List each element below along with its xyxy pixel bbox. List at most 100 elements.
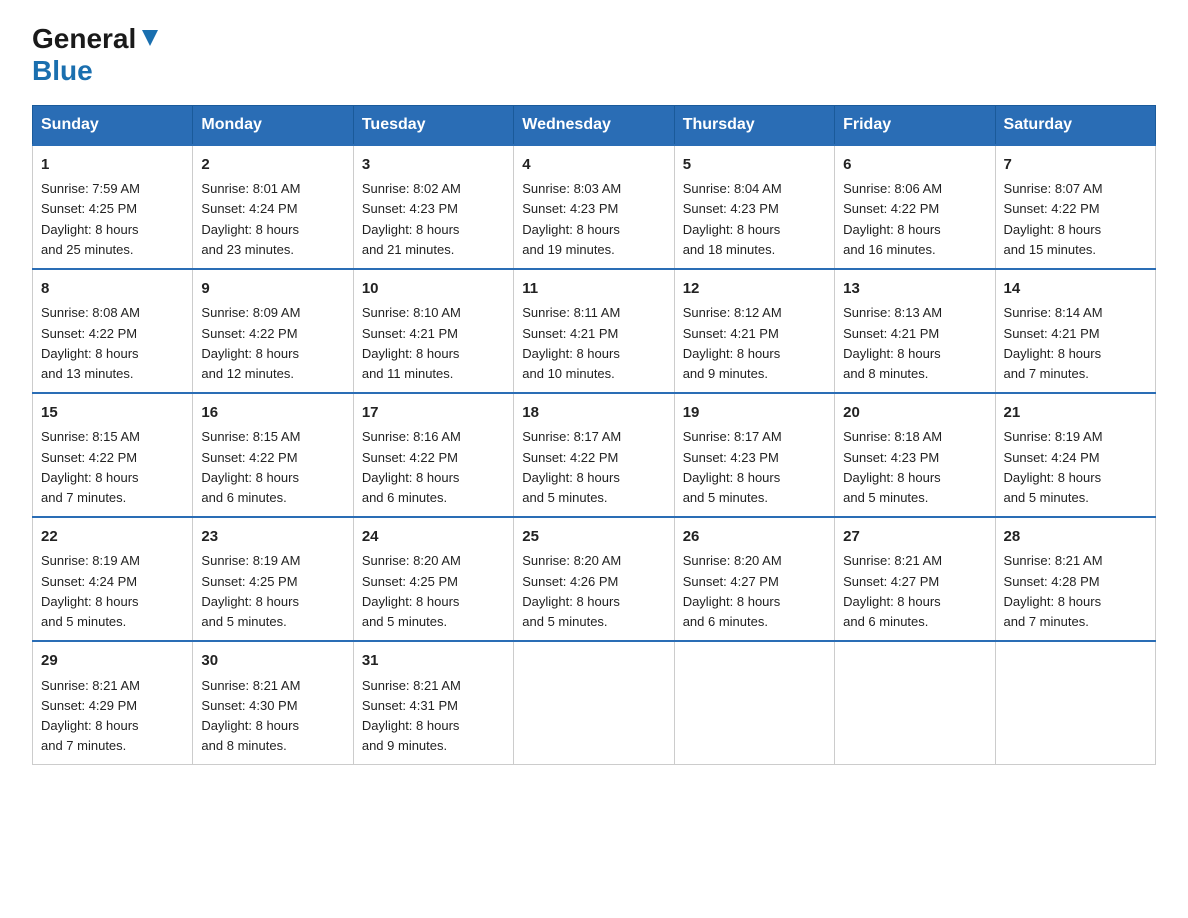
day-info: Sunrise: 7:59 AMSunset: 4:25 PMDaylight:… [41,179,184,260]
day-number: 4 [522,154,665,177]
day-info: Sunrise: 8:17 AMSunset: 4:23 PMDaylight:… [683,427,826,508]
calendar-cell: 27Sunrise: 8:21 AMSunset: 4:27 PMDayligh… [835,517,995,641]
calendar-cell: 10Sunrise: 8:10 AMSunset: 4:21 PMDayligh… [353,269,513,393]
day-info: Sunrise: 8:18 AMSunset: 4:23 PMDaylight:… [843,427,986,508]
day-info: Sunrise: 8:17 AMSunset: 4:22 PMDaylight:… [522,427,665,508]
day-number: 3 [362,154,505,177]
day-number: 1 [41,154,184,177]
calendar-cell: 4Sunrise: 8:03 AMSunset: 4:23 PMDaylight… [514,145,674,269]
day-info: Sunrise: 8:16 AMSunset: 4:22 PMDaylight:… [362,427,505,508]
day-number: 12 [683,278,826,301]
calendar-cell: 30 Sunrise: 8:21 AMSunset: 4:30 PMDayligh… [193,641,353,765]
calendar-cell: 16Sunrise: 8:15 AMSunset: 4:22 PMDayligh… [193,393,353,517]
calendar-cell: 8Sunrise: 8:08 AMSunset: 4:22 PMDaylight… [33,269,193,393]
day-info: Sunrise: 8:14 AMSunset: 4:21 PMDaylight:… [1004,303,1147,384]
day-number: 25 [522,526,665,549]
day-info: Sunrise: 8:10 AMSunset: 4:21 PMDaylight:… [362,303,505,384]
day-number: 24 [362,526,505,549]
day-info: Sunrise: 8:20 AMSunset: 4:26 PMDaylight:… [522,551,665,632]
day-info: Sunrise: 8:08 AMSunset: 4:22 PMDaylight:… [41,303,184,384]
day-number: 29 [41,650,184,673]
day-info: Sunrise: 8:04 AMSunset: 4:23 PMDaylight:… [683,179,826,260]
day-info: Sunrise: 8:19 AMSunset: 4:25 PMDaylight:… [201,551,344,632]
calendar-cell: 21Sunrise: 8:19 AMSunset: 4:24 PMDayligh… [995,393,1155,517]
day-number: 20 [843,402,986,425]
calendar-cell: 12Sunrise: 8:12 AMSunset: 4:21 PMDayligh… [674,269,834,393]
calendar-cell: 26Sunrise: 8:20 AMSunset: 4:27 PMDayligh… [674,517,834,641]
day-number: 21 [1004,402,1147,425]
calendar-cell: 3Sunrise: 8:02 AMSunset: 4:23 PMDaylight… [353,145,513,269]
week-row-4: 22Sunrise: 8:19 AMSunset: 4:24 PMDayligh… [33,517,1156,641]
day-number: 18 [522,402,665,425]
day-info: Sunrise: 8:19 AMSunset: 4:24 PMDaylight:… [41,551,184,632]
day-number: 10 [362,278,505,301]
logo-blue: Blue [32,55,93,86]
weekday-header-monday: Monday [193,105,353,145]
calendar-cell: 14Sunrise: 8:14 AMSunset: 4:21 PMDayligh… [995,269,1155,393]
day-number: 6 [843,154,986,177]
calendar-cell: 23Sunrise: 8:19 AMSunset: 4:25 PMDayligh… [193,517,353,641]
calendar-cell: 13Sunrise: 8:13 AMSunset: 4:21 PMDayligh… [835,269,995,393]
day-info: Sunrise: 8:09 AMSunset: 4:22 PMDaylight:… [201,303,344,384]
calendar-cell: 6Sunrise: 8:06 AMSunset: 4:22 PMDaylight… [835,145,995,269]
page-header: General Blue [32,24,1156,87]
calendar-table: SundayMondayTuesdayWednesdayThursdayFrid… [32,105,1156,765]
day-info: Sunrise: 8:21 AMSunset: 4:27 PMDaylight:… [843,551,986,632]
calendar-cell [674,641,834,765]
day-number: 28 [1004,526,1147,549]
day-number: 17 [362,402,505,425]
calendar-cell: 24Sunrise: 8:20 AMSunset: 4:25 PMDayligh… [353,517,513,641]
day-number: 27 [843,526,986,549]
day-number: 26 [683,526,826,549]
day-number: 23 [201,526,344,549]
day-info: Sunrise: 8:21 AMSunset: 4:31 PMDaylight:… [362,676,505,757]
day-info: Sunrise: 8:01 AMSunset: 4:24 PMDaylight:… [201,179,344,260]
day-number: 19 [683,402,826,425]
day-number: 11 [522,278,665,301]
day-number: 31 [362,650,505,673]
weekday-header-tuesday: Tuesday [353,105,513,145]
weekday-header-friday: Friday [835,105,995,145]
day-info: Sunrise: 8:19 AMSunset: 4:24 PMDaylight:… [1004,427,1147,508]
day-info: Sunrise: 8:02 AMSunset: 4:23 PMDaylight:… [362,179,505,260]
day-info: Sunrise: 8:21 AMSunset: 4:30 PMDaylight:… [201,676,344,757]
calendar-cell [514,641,674,765]
day-info: Sunrise: 8:21 AMSunset: 4:29 PMDaylight:… [41,676,184,757]
calendar-cell: 17Sunrise: 8:16 AMSunset: 4:22 PMDayligh… [353,393,513,517]
day-number: 30 [201,650,344,673]
calendar-cell: 5Sunrise: 8:04 AMSunset: 4:23 PMDaylight… [674,145,834,269]
week-row-2: 8Sunrise: 8:08 AMSunset: 4:22 PMDaylight… [33,269,1156,393]
day-info: Sunrise: 8:11 AMSunset: 4:21 PMDaylight:… [522,303,665,384]
day-number: 7 [1004,154,1147,177]
day-number: 15 [41,402,184,425]
day-number: 22 [41,526,184,549]
logo-triangle-icon [139,26,161,48]
weekday-header-thursday: Thursday [674,105,834,145]
calendar-cell: 7Sunrise: 8:07 AMSunset: 4:22 PMDaylight… [995,145,1155,269]
calendar-cell: 11Sunrise: 8:11 AMSunset: 4:21 PMDayligh… [514,269,674,393]
day-info: Sunrise: 8:21 AMSunset: 4:28 PMDaylight:… [1004,551,1147,632]
calendar-cell: 20Sunrise: 8:18 AMSunset: 4:23 PMDayligh… [835,393,995,517]
calendar-cell: 15Sunrise: 8:15 AMSunset: 4:22 PMDayligh… [33,393,193,517]
calendar-cell: 19Sunrise: 8:17 AMSunset: 4:23 PMDayligh… [674,393,834,517]
weekday-header-sunday: Sunday [33,105,193,145]
day-info: Sunrise: 8:20 AMSunset: 4:25 PMDaylight:… [362,551,505,632]
calendar-cell: 22Sunrise: 8:19 AMSunset: 4:24 PMDayligh… [33,517,193,641]
calendar-cell [995,641,1155,765]
calendar-cell [835,641,995,765]
day-info: Sunrise: 8:13 AMSunset: 4:21 PMDaylight:… [843,303,986,384]
logo-general: General [32,24,136,55]
logo: General Blue [32,24,161,87]
day-info: Sunrise: 8:06 AMSunset: 4:22 PMDaylight:… [843,179,986,260]
calendar-cell: 1Sunrise: 7:59 AMSunset: 4:25 PMDaylight… [33,145,193,269]
day-info: Sunrise: 8:07 AMSunset: 4:22 PMDaylight:… [1004,179,1147,260]
calendar-cell: 29 Sunrise: 8:21 AMSunset: 4:29 PMDayligh… [33,641,193,765]
day-number: 14 [1004,278,1147,301]
day-number: 8 [41,278,184,301]
calendar-cell: 18Sunrise: 8:17 AMSunset: 4:22 PMDayligh… [514,393,674,517]
weekday-header-saturday: Saturday [995,105,1155,145]
day-number: 2 [201,154,344,177]
day-info: Sunrise: 8:15 AMSunset: 4:22 PMDaylight:… [41,427,184,508]
week-row-1: 1Sunrise: 7:59 AMSunset: 4:25 PMDaylight… [33,145,1156,269]
day-number: 13 [843,278,986,301]
